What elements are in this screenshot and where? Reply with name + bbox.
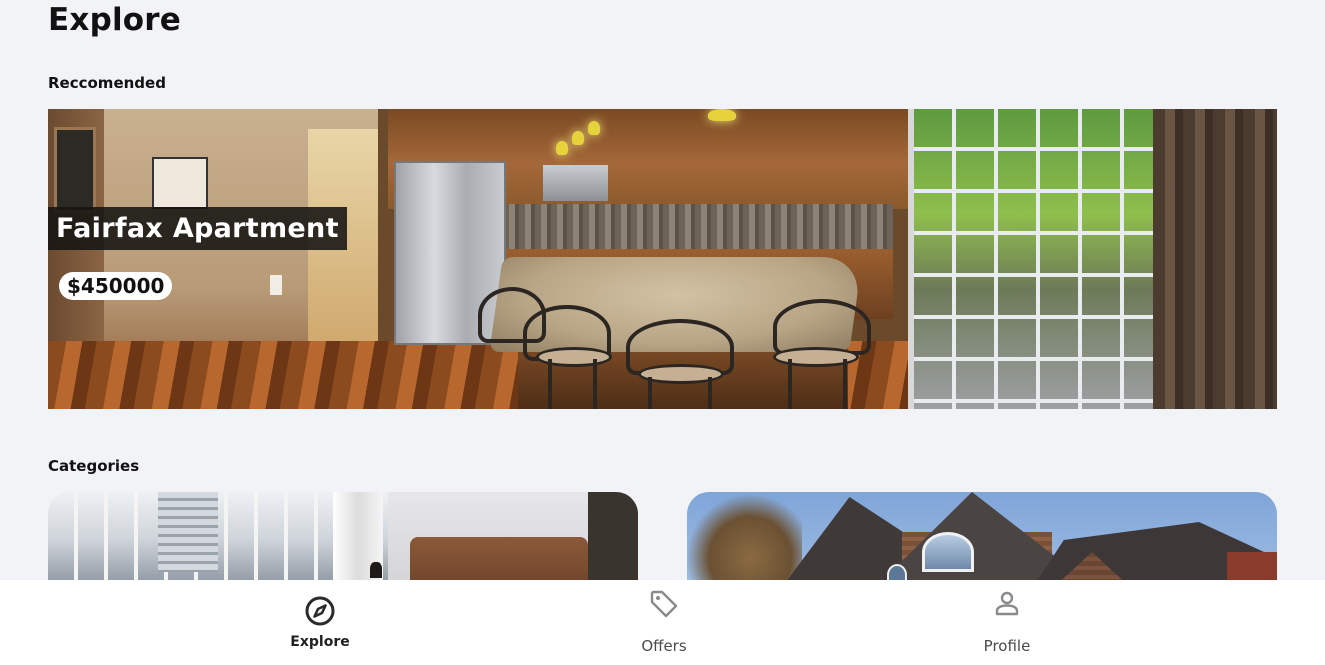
photo-wall-sign [152,157,208,209]
photo-curtain [1153,109,1277,409]
photo-outlet [270,275,282,295]
nav-label-explore: Explore [290,634,350,650]
page-title: Explore [48,2,181,38]
nav-item-offers[interactable]: Offers [564,580,764,665]
featured-listing-card[interactable]: Fairfax Apartment $450000 [48,109,1277,409]
photo-patio-window [908,109,1164,409]
compass-icon [305,596,335,626]
nav-item-explore[interactable]: Explore [220,580,420,665]
explore-page: Explore Reccomended Fairfax Apartment $4… [0,0,1325,665]
photo-leg [648,377,652,409]
photo-tower [158,492,218,572]
photo-window [922,532,974,572]
photo-lamp [572,131,584,145]
photo-backsplash [503,204,893,249]
photo-microwave [543,165,608,201]
user-icon [995,591,1019,616]
photo-leg [788,359,792,409]
nav-item-profile[interactable]: Profile [907,580,1107,665]
tag-icon [650,590,678,618]
photo-leg [708,377,712,409]
listing-price-badge: $450000 [59,272,173,300]
photo-lamp [556,141,568,155]
photo-leg [843,359,847,409]
nav-label-profile: Profile [983,637,1031,655]
photo-window [54,127,96,213]
bottom-navigation: Explore Offers Profile [0,580,1325,665]
recommended-section-label: Reccomended [48,74,166,92]
photo-leg [593,359,597,409]
nav-label-offers: Offers [641,637,687,655]
categories-section-label: Categories [48,457,140,475]
photo-lamp [588,121,600,135]
listing-name: Fairfax Apartment [48,207,347,250]
photo-lamp [708,109,736,121]
photo-lamp [370,562,382,578]
photo-leg [548,359,552,409]
